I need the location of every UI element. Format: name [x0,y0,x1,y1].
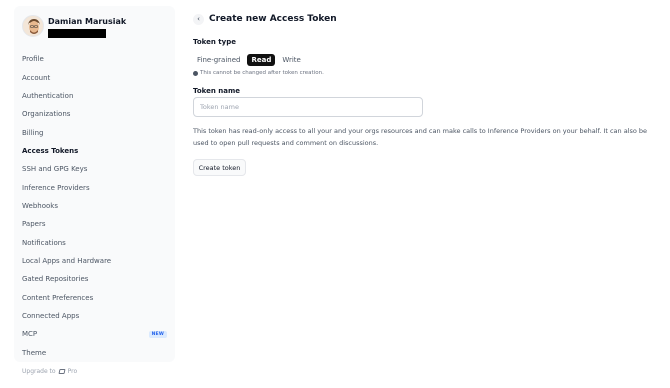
avatar [22,15,44,37]
redacted-username [48,29,106,38]
new-badge: NEW [148,331,167,339]
sidebar-item-label: Inference Providers [22,183,90,192]
user-name: Damian Marusiak [48,17,127,26]
page-title: Create new Access Token [209,14,337,24]
settings-nav: Profile Account Authentication Organization… [14,50,175,362]
sidebar-item-papers[interactable]: Papers [14,215,175,233]
tab-fine-grained[interactable]: Fine-grained [193,54,244,66]
sidebar-item-label: Local Apps and Hardware [22,256,112,265]
token-description: This token has read-only access to all y… [193,127,648,147]
sidebar-item-webhooks[interactable]: Webhooks [14,197,175,215]
sidebar-item-gated-repositories[interactable]: Gated Repositories [14,270,175,288]
sidebar-item-label: SSH and GPG Keys [22,165,88,174]
sidebar-item-label: Access Tokens [22,146,79,155]
sidebar-item-label: Theme [22,348,47,357]
sidebar-item-label: Billing [22,128,44,137]
sidebar-item-inference-providers[interactable]: Inference Providers [14,178,175,196]
token-name-input[interactable] [193,97,423,117]
token-name-label: Token name [193,87,241,95]
sidebar-item-label: Organizations [22,110,71,119]
settings-sidebar: Damian Marusiak Profile Account Authentica… [14,6,175,362]
tab-write[interactable]: Write [278,54,304,66]
tab-read[interactable]: Read [247,54,276,66]
upgrade-plan: Pro [67,368,78,375]
sidebar-item-label: Notifications [22,238,66,247]
sidebar-item-label: Authentication [22,91,74,100]
sidebar-item-connected-apps[interactable]: Connected Apps [14,307,175,325]
sidebar-item-organizations[interactable]: Organizations [14,105,175,123]
sidebar-item-label: Webhooks [22,201,58,210]
sidebar-item-account[interactable]: Account [14,68,175,86]
sidebar-item-notifications[interactable]: Notifications [14,233,175,251]
pro-icon [58,369,66,374]
sidebar-item-theme[interactable]: Theme [14,344,175,362]
sidebar-item-access-tokens[interactable]: Access Tokens [14,142,175,160]
create-token-button[interactable]: Create token [193,159,246,176]
sidebar-item-label: Connected Apps [22,311,80,320]
sidebar-item-authentication[interactable]: Authentication [14,87,175,105]
back-button[interactable]: ‹ [193,14,204,25]
info-icon [193,70,198,76]
user-profile: Damian Marusiak [22,15,172,45]
chevron-left-icon: ‹ [197,15,200,23]
sidebar-item-local-apps-and-hardware[interactable]: Local Apps and Hardware [14,252,175,270]
sidebar-item-label: MCP [22,330,38,339]
sidebar-item-label: Gated Repositories [22,275,89,284]
sidebar-item-ssh-and-gpg-keys[interactable]: SSH and GPG Keys [14,160,175,178]
upgrade-prefix: Upgrade to [22,368,56,375]
sidebar-item-label: Papers [22,220,46,229]
sidebar-item-billing[interactable]: Billing [14,123,175,141]
note-text: This cannot be changed after token creat… [200,70,324,76]
sidebar-item-label: Content Preferences [22,293,94,302]
sidebar-item-profile[interactable]: Profile [14,50,175,68]
sidebar-item-label: Account [22,73,51,82]
token-type-note: This cannot be changed after token creat… [193,70,324,76]
sidebar-item-mcp[interactable]: MCP NEW [14,325,175,343]
token-type-tabs: Fine-grained Read Write [193,54,308,66]
sidebar-item-content-preferences[interactable]: Content Preferences [14,288,175,306]
sidebar-item-label: Profile [22,55,44,64]
upgrade-link[interactable]: Upgrade to Pro [22,368,77,375]
token-type-label: Token type [193,38,236,46]
